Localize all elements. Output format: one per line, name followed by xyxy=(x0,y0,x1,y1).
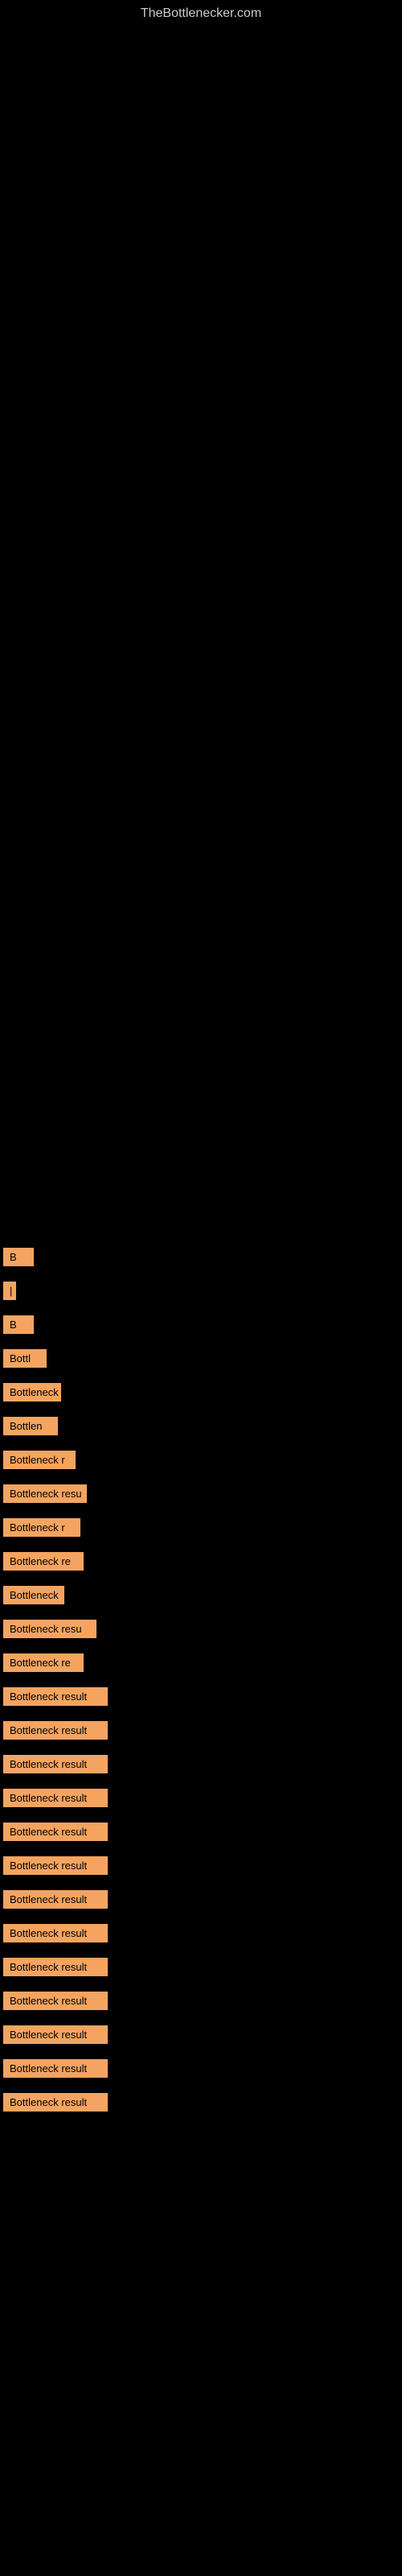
bottleneck-label: Bottleneck result xyxy=(3,2059,108,2078)
bottleneck-label: Bottleneck result xyxy=(3,1890,108,1909)
bottleneck-items-container: B | B Bottl Bottleneck Bottlen Bottleneck r Bot… xyxy=(0,1248,402,2127)
bottleneck-label: Bottleneck xyxy=(3,1586,64,1604)
list-item: Bottleneck xyxy=(0,1383,402,1406)
bottleneck-label: Bottleneck result xyxy=(3,1992,108,2010)
list-item: Bottleneck resu xyxy=(0,1620,402,1642)
list-item: Bottleneck result xyxy=(0,1890,402,1913)
list-item: Bottleneck result xyxy=(0,1687,402,1710)
list-item: Bottlen xyxy=(0,1417,402,1439)
list-item: Bottleneck result xyxy=(0,2093,402,2116)
bottleneck-label: Bottleneck result xyxy=(3,1755,108,1773)
list-item: Bottleneck xyxy=(0,1586,402,1608)
bottleneck-label: Bottleneck r xyxy=(3,1518,80,1537)
list-item: Bottleneck result xyxy=(0,1856,402,1879)
list-item: Bottl xyxy=(0,1349,402,1372)
bottleneck-label: Bottleneck r xyxy=(3,1451,76,1469)
list-item: Bottleneck result xyxy=(0,2025,402,2048)
list-item: Bottleneck result xyxy=(0,2059,402,2082)
bottleneck-label: B xyxy=(3,1315,34,1334)
list-item: Bottleneck r xyxy=(0,1451,402,1473)
list-item: B xyxy=(0,1315,402,1338)
list-item: Bottleneck resu xyxy=(0,1484,402,1507)
site-title: TheBottlenecker.com xyxy=(0,0,402,21)
bottleneck-label: Bottl xyxy=(3,1349,47,1368)
bottleneck-label: Bottleneck result xyxy=(3,1687,108,1706)
list-item: Bottleneck result xyxy=(0,1823,402,1845)
list-item: Bottleneck result xyxy=(0,1755,402,1777)
list-item: Bottleneck r xyxy=(0,1518,402,1541)
bottleneck-label: Bottleneck re xyxy=(3,1653,84,1672)
bottleneck-label: | xyxy=(3,1282,16,1300)
bottleneck-label: Bottlen xyxy=(3,1417,58,1435)
bottleneck-label: Bottleneck xyxy=(3,1383,61,1402)
bottleneck-label: Bottleneck result xyxy=(3,1958,108,1976)
bottleneck-label: Bottleneck result xyxy=(3,2025,108,2044)
list-item: B xyxy=(0,1248,402,1270)
bottleneck-label: B xyxy=(3,1248,34,1266)
list-item: Bottleneck re xyxy=(0,1552,402,1575)
list-item: Bottleneck result xyxy=(0,1789,402,1811)
bottleneck-label: Bottleneck result xyxy=(3,1721,108,1740)
bottleneck-label: Bottleneck result xyxy=(3,1789,108,1807)
bottleneck-label: Bottleneck result xyxy=(3,1823,108,1841)
bottleneck-label: Bottleneck result xyxy=(3,1856,108,1875)
list-item: Bottleneck result xyxy=(0,1721,402,1744)
bottleneck-label: Bottleneck resu xyxy=(3,1620,96,1638)
bottleneck-label: Bottleneck resu xyxy=(3,1484,87,1503)
list-item: Bottleneck re xyxy=(0,1653,402,1676)
list-item: Bottleneck result xyxy=(0,1958,402,1980)
bottleneck-label: Bottleneck result xyxy=(3,2093,108,2112)
bottleneck-label: Bottleneck result xyxy=(3,1924,108,1942)
list-item: Bottleneck result xyxy=(0,1924,402,1946)
list-item: Bottleneck result xyxy=(0,1992,402,2014)
list-item: | xyxy=(0,1282,402,1304)
bottleneck-label: Bottleneck re xyxy=(3,1552,84,1571)
